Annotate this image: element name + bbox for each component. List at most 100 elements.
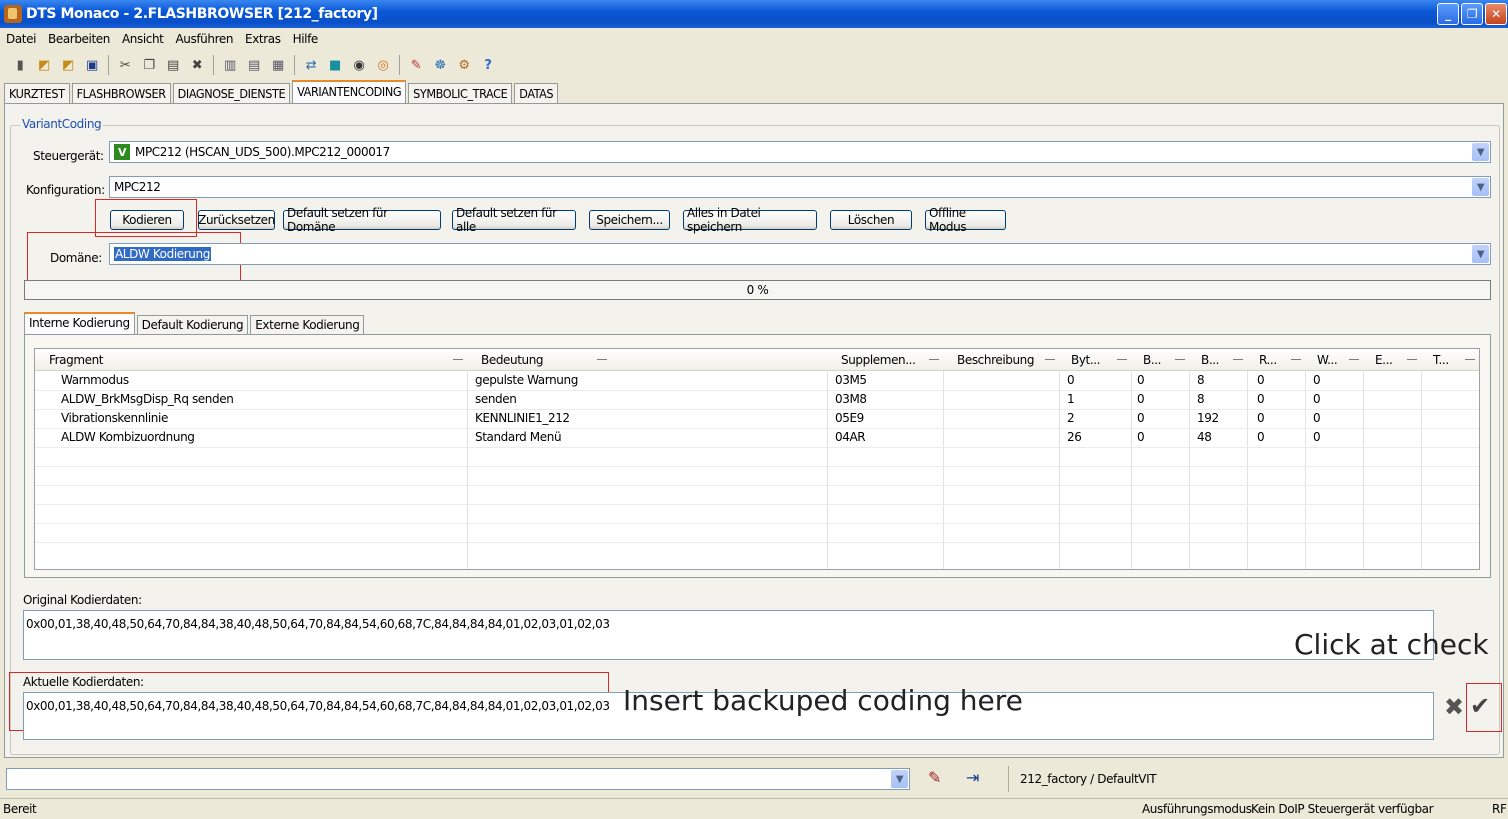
connect-icon[interactable]: ⇄ — [302, 56, 320, 74]
cancel-x-icon[interactable]: ✖ — [1444, 693, 1464, 721]
title-bar: DTS Monaco - 2.FLASHBROWSER [212_factory… — [0, 0, 1508, 28]
cell-fragment: Warnmodus — [61, 373, 129, 387]
tab-variantencoding[interactable]: VARIANTENCODING — [292, 80, 407, 103]
chevron-down-icon[interactable]: ▼ — [1472, 178, 1489, 196]
menu-hilfe[interactable]: Hilfe — [293, 32, 319, 46]
alles-speichern-button[interactable]: Alles in Datei speichern — [683, 206, 817, 234]
open-folder-icon[interactable]: ◩ — [59, 56, 77, 74]
chevron-down-icon[interactable]: ▼ — [1472, 143, 1489, 161]
default-domaene-button[interactable]: Default setzen für Domäne — [283, 206, 441, 234]
tab-flashbrowser[interactable]: FLASHBROWSER — [71, 83, 171, 103]
column-header-e[interactable]: E... — [1363, 349, 1421, 371]
variant-badge-icon: V — [114, 144, 130, 160]
status-mode: Ausführungsmodus — [1142, 802, 1252, 816]
vit-label: 212_factory / DefaultVIT — [1020, 772, 1157, 786]
cell-byte: 1 — [1067, 392, 1075, 406]
network-icon[interactable]: ☸ — [431, 56, 449, 74]
column-header-t[interactable]: T... — [1421, 349, 1479, 371]
open-icon[interactable]: ◩ — [35, 56, 53, 74]
default-alle-button[interactable]: Default setzen für alle — [452, 206, 576, 234]
help-icon[interactable]: ? — [479, 56, 497, 74]
minimize-button[interactable]: _ — [1437, 3, 1459, 25]
cell-byte: 0 — [1067, 373, 1075, 387]
steuergeraet-select[interactable]: V MPC212 (HSCAN_UDS_500).MPC212_000017 ▼ — [109, 141, 1491, 163]
domaene-select[interactable]: ALDW Kodierung ▼ — [109, 243, 1491, 265]
layout-1-icon[interactable]: ▥ — [221, 56, 239, 74]
loeschen-button[interactable]: Löschen — [830, 210, 912, 230]
cell-bedeutung: gepulste Warnung — [475, 373, 578, 387]
cell-r: 0 — [1257, 430, 1265, 444]
layout-3-icon[interactable]: ▦ — [269, 56, 287, 74]
original-kodierdaten-field[interactable]: 0x00,01,38,40,48,50,64,70,84,84,38,40,48… — [23, 610, 1434, 660]
command-select[interactable]: ▼ — [6, 768, 910, 790]
cell-fragment: ALDW Kombizuordnung — [61, 430, 195, 444]
tab-symbolic-trace[interactable]: SYMBOLIC_TRACE — [408, 83, 513, 103]
konfiguration-value: MPC212 — [114, 180, 161, 194]
delete-icon[interactable]: ✖ — [188, 56, 206, 74]
cut-icon[interactable]: ✂ — [116, 56, 134, 74]
cell-b1: 0 — [1137, 430, 1145, 444]
tab-kurztest[interactable]: KURZTEST — [4, 83, 70, 103]
column-header-b2[interactable]: B... — [1189, 349, 1247, 371]
window-title: DTS Monaco - 2.FLASHBROWSER [212_factory… — [26, 6, 378, 22]
separator — [1008, 766, 1009, 792]
column-header-fragment[interactable]: Fragment — [35, 349, 467, 371]
speichern-button[interactable]: Speichern... — [589, 210, 670, 230]
tab-diagnose-dienste[interactable]: DIAGNOSE_DIENSTE — [172, 83, 291, 103]
annotation-insert-coding: Insert backuped coding here — [623, 684, 1023, 717]
check-icon[interactable]: ✔ — [1470, 692, 1490, 720]
annotation-click-at-check: Click at check — [1294, 628, 1489, 661]
tab-externe-kodierung[interactable]: Externe Kodierung — [250, 315, 365, 335]
save-icon[interactable]: ▣ — [83, 56, 101, 74]
menu-ansicht[interactable]: Ansicht — [122, 32, 164, 46]
layout-2-icon[interactable]: ▤ — [245, 56, 263, 74]
domaene-value: ALDW Kodierung — [114, 247, 211, 261]
menu-ausfuehren[interactable]: Ausführen — [175, 32, 233, 46]
settings-icon[interactable]: ⚙ — [455, 56, 473, 74]
tab-datas[interactable]: DATAS — [514, 83, 559, 103]
cell-w: 0 — [1313, 373, 1321, 387]
offline-modus-button[interactable]: Offline Modus — [925, 206, 1006, 234]
column-header-supplement[interactable]: Supplemen... — [827, 349, 943, 371]
trace-icon[interactable]: ◎ — [374, 56, 392, 74]
restore-button[interactable]: ❐ — [1461, 3, 1483, 25]
chevron-down-icon[interactable]: ▼ — [891, 770, 908, 788]
cell-w: 0 — [1313, 392, 1321, 406]
menu-datei[interactable]: Datei — [6, 32, 36, 46]
paste-icon[interactable]: ▤ — [164, 56, 182, 74]
cell-w: 0 — [1313, 430, 1321, 444]
ecu-icon[interactable]: ✎ — [407, 56, 425, 74]
aktuelle-kodierdaten-label: Aktuelle Kodierdaten: — [23, 675, 144, 689]
coding-table: Fragment Bedeutung Supplemen... Beschrei… — [34, 348, 1480, 570]
status-bar: Bereit Ausführungsmodus Kein DoIP Steuer… — [0, 798, 1508, 819]
menu-extras[interactable]: Extras — [245, 32, 281, 46]
close-button[interactable]: ✕ — [1485, 3, 1507, 25]
column-header-w[interactable]: W... — [1305, 349, 1363, 371]
status-text: Bereit — [3, 802, 37, 816]
konfiguration-select[interactable]: MPC212 ▼ — [109, 176, 1491, 198]
column-header-beschreibung[interactable]: Beschreibung — [943, 349, 1059, 371]
cell-supplement: 04AR — [835, 430, 866, 444]
tab-default-kodierung[interactable]: Default Kodierung — [136, 315, 249, 335]
zuruecksetzen-button[interactable]: Zurücksetzen — [198, 210, 275, 230]
login-icon[interactable]: ⇥ — [966, 768, 979, 787]
main-tab-strip: KURZTEST FLASHBROWSER DIAGNOSE_DIENSTE V… — [4, 80, 560, 103]
cell-byte: 26 — [1067, 430, 1082, 444]
copy-icon[interactable]: ❐ — [140, 56, 158, 74]
cell-b2: 192 — [1197, 411, 1219, 425]
tab-interne-kodierung[interactable]: Interne Kodierung — [24, 312, 135, 335]
kodieren-button[interactable]: Kodieren — [110, 210, 184, 230]
disconnect-icon[interactable]: ✎ — [928, 768, 941, 787]
sub-tab-strip: Interne Kodierung Default Kodierung Exte… — [24, 311, 365, 335]
record-icon[interactable]: ◉ — [350, 56, 368, 74]
new-icon[interactable]: ▮ — [11, 56, 29, 74]
column-header-bedeutung[interactable]: Bedeutung — [467, 349, 827, 371]
toolbar: ▮ ◩ ◩ ▣ ✂ ❐ ▤ ✖ ▥ ▤ ▦ ⇄ ■ ◉ ◎ ✎ ☸ ⚙ ? — [8, 52, 500, 78]
column-header-r[interactable]: R... — [1247, 349, 1305, 371]
column-header-byte[interactable]: Byt... — [1059, 349, 1131, 371]
chevron-down-icon[interactable]: ▼ — [1472, 245, 1489, 263]
menu-bearbeiten[interactable]: Bearbeiten — [48, 32, 110, 46]
cell-supplement: 05E9 — [835, 411, 864, 425]
stop-icon[interactable]: ■ — [326, 56, 344, 74]
column-header-b1[interactable]: B... — [1131, 349, 1189, 371]
